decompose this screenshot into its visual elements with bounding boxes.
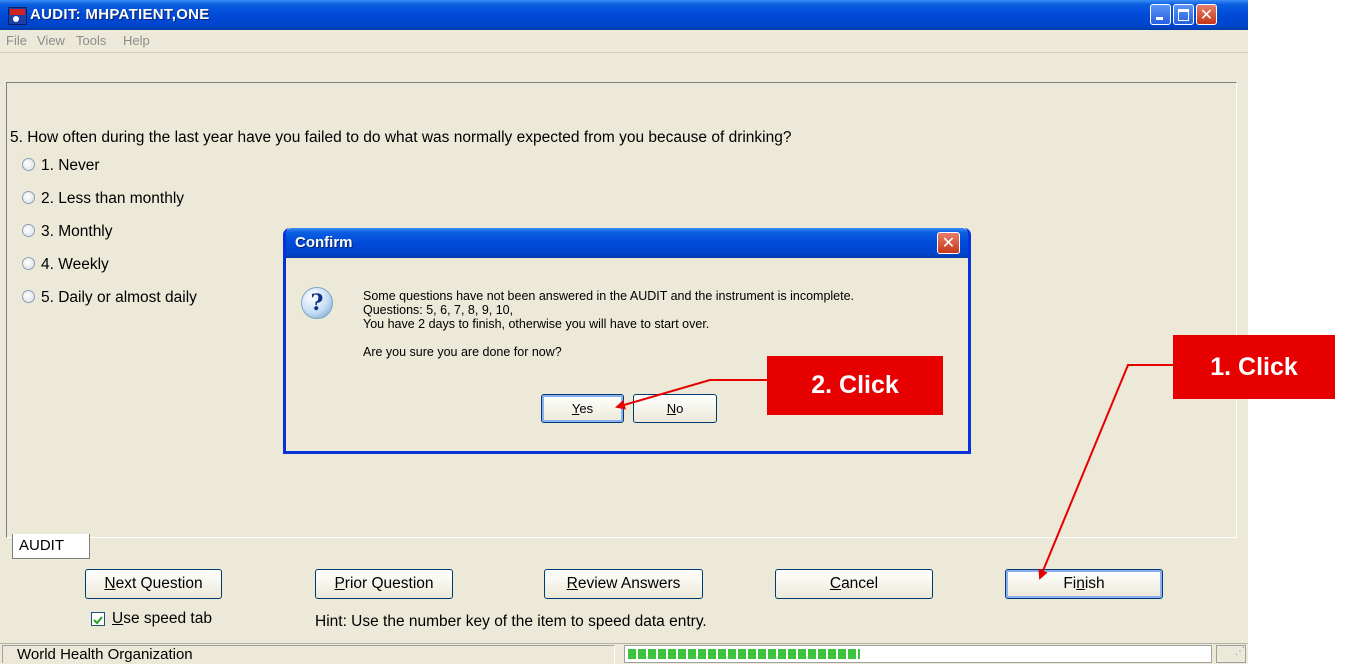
no-button[interactable]: No [633,394,717,423]
title-bar[interactable]: AUDIT: MHPATIENT,ONE ✕ [0,0,1248,30]
menu-file[interactable]: File [6,33,27,48]
radio-icon[interactable] [22,157,35,171]
yes-button[interactable]: Yes [541,394,624,423]
minimize-icon[interactable] [1150,4,1171,25]
finish-label: Finish [1063,575,1105,592]
option-daily[interactable]: 5. Daily or almost daily [22,289,197,309]
option-label: 5. Daily or almost daily [41,289,197,306]
confirm-dialog: Confirm ✕ ? Some questions have not been… [283,228,971,454]
dialog-title-bar[interactable]: Confirm ✕ [286,228,968,258]
speed-tab-text: Use speed tab [112,610,212,627]
menu-help[interactable]: Help [123,33,150,48]
no-label: No [666,401,684,416]
radio-icon[interactable] [22,223,35,237]
radio-icon[interactable] [22,256,35,270]
radio-icon[interactable] [22,289,35,303]
progress-fill [628,649,860,659]
prior-question-button[interactable]: Prior Question [315,569,453,599]
progress-bar [624,645,1212,663]
dialog-title: Confirm [295,234,353,251]
question-text: 5. How often during the last year have y… [10,129,792,146]
menu-tools[interactable]: Tools [76,33,106,48]
option-label: 1. Never [41,157,100,174]
close-icon[interactable]: ✕ [1196,4,1217,25]
option-monthly[interactable]: 3. Monthly [22,223,113,243]
option-less-than-monthly[interactable]: 2. Less than monthly [22,190,184,210]
tab-audit[interactable]: AUDIT [12,534,90,559]
option-label: 2. Less than monthly [41,190,185,207]
hint-text: Hint: Use the number key of the item to … [315,613,707,630]
speed-tab-checkbox[interactable] [91,612,105,626]
menu-bar: File View Tools Help [0,30,1248,53]
app-icon[interactable] [8,7,27,25]
status-text: World Health Organization [2,645,615,663]
window-title: AUDIT: MHPATIENT,ONE [30,6,210,23]
callout-step-2: 2. Click [767,356,943,415]
review-answers-label: Review Answers [566,575,681,592]
dialog-close-icon[interactable]: ✕ [937,232,960,254]
option-weekly[interactable]: 4. Weekly [22,256,109,276]
finish-button[interactable]: Finish [1005,569,1163,599]
speed-tab-label[interactable]: Use speed tab [112,610,212,628]
next-question-label: Next Question [104,575,203,592]
menu-view[interactable]: View [37,33,65,48]
checkmark-icon [93,616,103,625]
resize-grip-icon[interactable]: ⋰ [1216,645,1246,663]
dialog-message-line-3: You have 2 days to finish, otherwise you… [363,317,710,331]
option-label: 4. Weekly [41,256,109,273]
review-answers-button[interactable]: Review Answers [544,569,703,599]
maximize-icon[interactable] [1173,4,1194,25]
prior-question-label: Prior Question [334,575,434,592]
question-icon: ? [301,287,333,319]
dialog-message-line-2: Questions: 5, 6, 7, 8, 9, 10, [363,303,514,317]
dialog-message-line-4: Are you sure you are done for now? [363,345,562,359]
next-question-button[interactable]: Next Question [85,569,222,599]
dialog-message-line-1: Some questions have not been answered in… [363,289,855,303]
cancel-label: Cancel [829,575,879,592]
cancel-button[interactable]: Cancel [775,569,933,599]
option-label: 3. Monthly [41,223,113,240]
option-never[interactable]: 1. Never [22,157,100,177]
radio-icon[interactable] [22,190,35,204]
yes-label: Yes [571,401,594,416]
callout-step-1: 1. Click [1173,335,1335,399]
